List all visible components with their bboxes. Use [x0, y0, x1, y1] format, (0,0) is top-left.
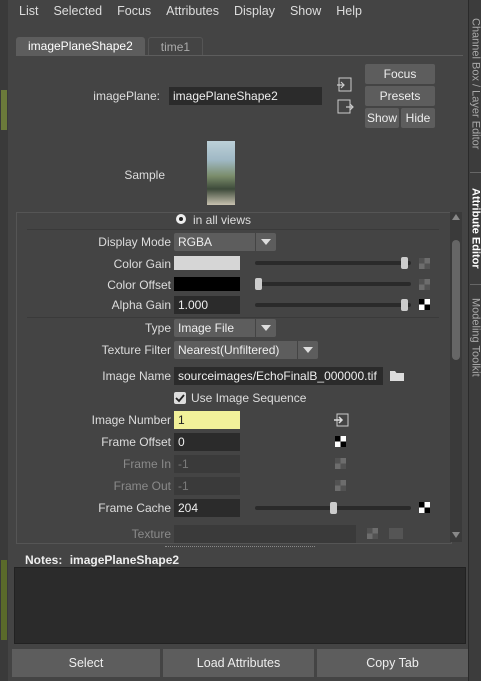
- color-offset-swatch[interactable]: [174, 277, 240, 291]
- menu-selected[interactable]: Selected: [53, 4, 102, 18]
- show-button[interactable]: Show: [365, 108, 399, 128]
- menu-show[interactable]: Show: [290, 4, 321, 18]
- attribute-panel: in all views Display Mode RGBA Color Gai…: [16, 212, 452, 544]
- frame-offset-field[interactable]: 0: [174, 433, 240, 451]
- map-texture-icon[interactable]: [335, 480, 346, 491]
- texture-graph-icon[interactable]: [389, 528, 403, 539]
- scrollbar-thumb[interactable]: [452, 240, 460, 360]
- notes-label: Notes:: [25, 553, 63, 567]
- use-image-sequence-checkbox[interactable]: [174, 392, 186, 404]
- display-mode-value: RGBA: [178, 235, 213, 249]
- sample-thumbnail: [207, 141, 235, 205]
- tab-attribute-editor[interactable]: Attribute Editor: [469, 176, 481, 280]
- menu-focus[interactable]: Focus: [117, 4, 151, 18]
- focus-button[interactable]: Focus: [365, 64, 435, 84]
- chevron-down-icon: [255, 233, 276, 251]
- left-panel-strip: [0, 0, 8, 681]
- output-connection-icon[interactable]: [337, 98, 354, 115]
- tab-imageplaneshape2[interactable]: imagePlaneShape2: [16, 37, 145, 55]
- imageplane-label: imagePlane:: [93, 89, 160, 103]
- map-texture-icon[interactable]: [335, 458, 346, 469]
- use-image-sequence-label: Use Image Sequence: [191, 391, 307, 405]
- frame-in-field[interactable]: -1: [174, 455, 240, 473]
- node-tabs: imagePlaneShape2 time1: [16, 37, 204, 56]
- tab-time1[interactable]: time1: [147, 37, 204, 56]
- menu-display[interactable]: Display: [234, 4, 275, 18]
- color-offset-slider-handle[interactable]: [255, 278, 262, 290]
- in-all-views-label: in all views: [193, 213, 252, 227]
- presets-button[interactable]: Presets: [365, 86, 435, 106]
- hide-button[interactable]: Hide: [401, 108, 435, 128]
- notes-header: Notes: imagePlaneShape2: [25, 553, 179, 567]
- tab-underline: [16, 55, 463, 56]
- image-name-field[interactable]: sourceimages/EchoFinalB_000000.tif: [174, 367, 383, 385]
- image-name-label: Image Name: [102, 369, 171, 383]
- texture-filter-label: Texture Filter: [101, 343, 171, 357]
- frame-offset-label: Frame Offset: [101, 435, 171, 449]
- input-connection-icon[interactable]: [337, 76, 354, 93]
- copy-tab-button[interactable]: Copy Tab: [317, 649, 468, 677]
- sample-label: Sample: [124, 168, 165, 182]
- type-dropdown[interactable]: Image File: [174, 319, 276, 337]
- notes-target: imagePlaneShape2: [69, 553, 180, 567]
- type-value: Image File: [178, 321, 235, 335]
- splitter-handle[interactable]: [165, 546, 315, 547]
- frame-in-label: Frame In: [122, 457, 171, 471]
- chevron-down-icon: [297, 341, 318, 359]
- image-number-field[interactable]: 1: [174, 411, 240, 429]
- alpha-gain-field[interactable]: 1.000: [174, 296, 240, 314]
- image-number-label: Image Number: [91, 413, 171, 427]
- menu-attributes[interactable]: Attributes: [166, 4, 219, 18]
- map-texture-icon[interactable]: [419, 258, 430, 269]
- color-gain-swatch[interactable]: [174, 256, 240, 270]
- frame-cache-label: Frame Cache: [98, 501, 171, 515]
- map-texture-icon[interactable]: [367, 528, 378, 539]
- frame-cache-slider-handle[interactable]: [329, 502, 337, 514]
- attribute-scrollbar[interactable]: [450, 212, 462, 542]
- texture-label: Texture: [131, 527, 171, 541]
- map-texture-icon[interactable]: [419, 279, 430, 290]
- input-connection-icon[interactable]: [334, 412, 350, 428]
- in-all-views-radio[interactable]: [176, 214, 186, 224]
- alpha-gain-label: Alpha Gain: [111, 298, 171, 312]
- type-label: Type: [144, 321, 171, 335]
- alpha-gain-slider-track[interactable]: [255, 303, 411, 307]
- map-texture-icon[interactable]: [419, 299, 430, 310]
- viewport-sliver: [1, 90, 7, 130]
- imageplane-field[interactable]: imagePlaneShape2: [169, 87, 322, 105]
- viewport-sliver: [1, 560, 7, 640]
- map-texture-icon[interactable]: [335, 436, 346, 447]
- frame-out-label: Frame Out: [113, 479, 171, 493]
- chevron-down-icon: [255, 319, 276, 337]
- folder-icon[interactable]: [389, 368, 405, 382]
- scroll-up-icon[interactable]: [452, 214, 460, 220]
- scroll-down-icon[interactable]: [452, 532, 460, 538]
- menu-list[interactable]: List: [19, 4, 38, 18]
- color-gain-slider-handle[interactable]: [401, 257, 409, 269]
- tab-channel-box[interactable]: Channel Box / Layer Editor: [469, 0, 481, 168]
- color-gain-slider-track[interactable]: [255, 261, 411, 265]
- color-gain-label: Color Gain: [113, 257, 171, 271]
- alpha-gain-slider-handle[interactable]: [401, 299, 409, 311]
- texture-filter-dropdown[interactable]: Nearest(Unfiltered): [174, 341, 318, 359]
- menu-help[interactable]: Help: [336, 4, 362, 18]
- select-button[interactable]: Select: [12, 649, 160, 677]
- display-mode-label: Display Mode: [98, 235, 171, 249]
- texture-field[interactable]: [174, 525, 356, 543]
- notes-textarea[interactable]: [14, 567, 466, 644]
- side-tab-bar: Channel Box / Layer Editor Attribute Edi…: [468, 0, 481, 681]
- menu-bar: List Selected Focus Attributes Display S…: [8, 0, 468, 22]
- display-mode-dropdown[interactable]: RGBA: [174, 233, 276, 251]
- load-attributes-button[interactable]: Load Attributes: [163, 649, 314, 677]
- texture-filter-value: Nearest(Unfiltered): [178, 343, 280, 357]
- color-offset-label: Color Offset: [107, 278, 171, 292]
- map-texture-icon[interactable]: [419, 502, 430, 513]
- frame-cache-field[interactable]: 204: [174, 499, 240, 517]
- color-offset-slider-track[interactable]: [255, 282, 411, 286]
- frame-out-field[interactable]: -1: [174, 477, 240, 495]
- tab-modeling-toolkit[interactable]: Modeling Toolkit: [469, 288, 481, 386]
